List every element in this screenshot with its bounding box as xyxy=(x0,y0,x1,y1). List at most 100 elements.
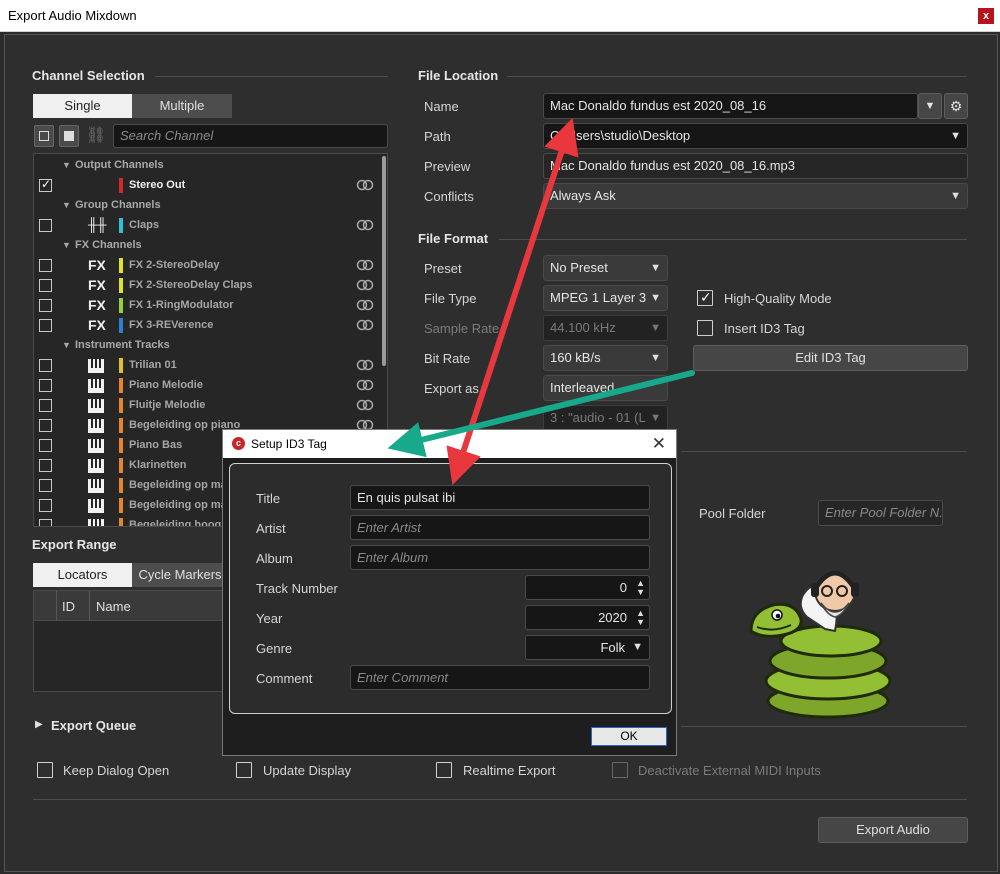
gear-icon[interactable]: ⚙ xyxy=(944,93,968,119)
insert-id3-checkbox[interactable] xyxy=(697,320,713,336)
export-audio-button[interactable]: Export Audio xyxy=(818,817,968,843)
id3-genre-select[interactable]: Folk ▼ xyxy=(525,635,650,660)
channel-checkbox[interactable] xyxy=(39,399,52,412)
channel-split-select[interactable]: 3 : "audio - 01 (L ▼ xyxy=(543,405,668,431)
chevron-down-icon[interactable]: ▼ xyxy=(62,160,71,170)
search-channel-input[interactable]: Search Channel xyxy=(113,124,388,148)
pool-folder-label: Pool Folder xyxy=(699,506,766,521)
path-select[interactable]: C:\Users\studio\Desktop ▼ xyxy=(543,123,968,149)
link-icon[interactable]: ⛓ xyxy=(85,125,107,147)
link-rings-icon[interactable] xyxy=(356,379,374,391)
link-rings-icon[interactable] xyxy=(356,279,374,291)
chevron-down-icon[interactable]: ▼ xyxy=(62,340,71,350)
id3-year-stepper[interactable]: 2020 ▲ ▼ xyxy=(525,605,650,630)
spin-arrows-icon[interactable]: ▲ ▼ xyxy=(636,609,645,627)
id3-album-label: Album xyxy=(256,551,293,566)
update-display-label: Update Display xyxy=(263,763,352,778)
channel-checkbox[interactable] xyxy=(39,499,52,512)
close-icon[interactable]: ✕ xyxy=(652,434,666,454)
chevron-down-icon[interactable]: ▼ xyxy=(62,240,71,250)
edit-id3-button[interactable]: Edit ID3 Tag xyxy=(693,345,968,371)
channel-checkbox[interactable] xyxy=(39,379,52,392)
id3-album-input[interactable]: Enter Album xyxy=(350,545,650,570)
high-quality-checkbox[interactable] xyxy=(697,289,713,306)
link-rings-icon[interactable] xyxy=(356,219,374,231)
id3-artist-input[interactable]: Enter Artist xyxy=(350,515,650,540)
bit-rate-select[interactable]: 160 kB/s ▼ xyxy=(543,345,668,371)
preset-label: Preset xyxy=(424,261,462,276)
link-rings-icon[interactable] xyxy=(356,399,374,411)
channel-checkbox[interactable] xyxy=(39,299,52,312)
window-close-button[interactable]: x xyxy=(978,8,994,24)
channel-checkbox[interactable] xyxy=(39,439,52,452)
channel-checkbox[interactable] xyxy=(39,419,52,432)
id3-track-stepper[interactable]: 0 ▲ ▼ xyxy=(525,575,650,600)
channel-row[interactable]: FX FX 3-REVerence xyxy=(34,316,382,336)
channel-row[interactable]: Stereo Out xyxy=(34,176,382,196)
file-type-select[interactable]: MPEG 1 Layer 3 ▼ xyxy=(543,285,668,311)
collapse-all-icon[interactable] xyxy=(59,125,79,147)
name-input[interactable]: Mac Donaldo fundus est 2020_08_16 xyxy=(543,93,918,119)
link-rings-icon[interactable] xyxy=(356,259,374,271)
channel-checkbox[interactable] xyxy=(39,219,52,232)
channel-group-header[interactable]: ▼ Group Channels xyxy=(34,196,382,216)
name-dropdown-button[interactable]: ▼ xyxy=(918,93,942,119)
channel-checkbox[interactable] xyxy=(39,319,52,332)
link-rings-icon[interactable] xyxy=(356,299,374,311)
expand-right-icon[interactable]: ▶ xyxy=(35,719,43,730)
conflicts-select[interactable]: Always Ask ▼ xyxy=(543,183,968,209)
mode-single-button[interactable]: Single xyxy=(33,94,132,118)
channel-checkbox[interactable] xyxy=(39,279,52,292)
preset-select[interactable]: No Preset ▼ xyxy=(543,255,668,281)
channel-row[interactable]: FX FX 1-RingModulator xyxy=(34,296,382,316)
channel-row[interactable]: Trilian 01 xyxy=(34,356,382,376)
expand-all-icon[interactable] xyxy=(34,125,54,147)
update-display-checkbox[interactable] xyxy=(236,762,252,778)
link-rings-icon[interactable] xyxy=(356,179,374,191)
channel-checkbox[interactable] xyxy=(39,479,52,492)
id3-dialog-title: Setup ID3 Tag xyxy=(251,437,327,451)
chevron-down-icon: ▼ xyxy=(950,190,961,202)
link-rings-icon[interactable] xyxy=(356,319,374,331)
window-title: Export Audio Mixdown xyxy=(8,8,137,23)
channel-row[interactable]: FX FX 2-StereoDelay xyxy=(34,256,382,276)
channel-group-header[interactable]: ▼ Instrument Tracks xyxy=(34,336,382,356)
channel-group-header[interactable]: ▼ FX Channels xyxy=(34,236,382,256)
ok-button[interactable]: OK xyxy=(591,727,667,746)
channel-color-bar xyxy=(119,398,123,413)
channel-row[interactable]: FX FX 2-StereoDelay Claps xyxy=(34,276,382,296)
channel-group-header[interactable]: ▼ Output Channels xyxy=(34,156,382,176)
export-queue-title[interactable]: Export Queue xyxy=(51,718,136,733)
channel-name: Begeleiding hoog xyxy=(129,519,222,527)
id3-comment-input[interactable]: Enter Comment xyxy=(350,665,650,690)
channel-checkbox[interactable] xyxy=(39,359,52,372)
mode-multiple-button[interactable]: Multiple xyxy=(132,94,232,118)
sample-rate-select[interactable]: 44.100 kHz ▼ xyxy=(543,315,668,341)
channel-list-scrollbar[interactable] xyxy=(382,156,386,366)
channel-checkbox[interactable] xyxy=(39,519,52,526)
export-as-select[interactable]: Interleaved xyxy=(543,375,668,401)
channel-color-bar xyxy=(119,358,123,373)
channel-checkbox[interactable] xyxy=(39,459,52,472)
channel-row[interactable]: ╫╫ Claps xyxy=(34,216,382,236)
chevron-down-icon[interactable]: ▼ xyxy=(62,200,71,210)
id3-title-input[interactable]: En quis pulsat ibi xyxy=(350,485,650,510)
deactivate-midi-checkbox[interactable] xyxy=(612,762,628,778)
pool-folder-input[interactable]: Enter Pool Folder N. xyxy=(818,500,943,526)
channel-row[interactable]: Fluitje Melodie xyxy=(34,396,382,416)
channel-name: Begeleiding op ma xyxy=(129,479,227,491)
column-name[interactable]: Name xyxy=(96,599,131,614)
link-rings-icon[interactable] xyxy=(356,359,374,371)
channel-name: Claps xyxy=(129,219,159,231)
spin-arrows-icon[interactable]: ▲ ▼ xyxy=(636,579,645,597)
channel-row[interactable]: Piano Melodie xyxy=(34,376,382,396)
keep-dialog-open-checkbox[interactable] xyxy=(37,762,53,778)
column-id[interactable]: ID xyxy=(62,599,75,614)
tab-cycle-markers[interactable]: Cycle Markers xyxy=(132,563,228,587)
channel-checkbox[interactable] xyxy=(39,259,52,272)
tab-locators[interactable]: Locators xyxy=(33,563,132,587)
channel-checkbox[interactable] xyxy=(39,177,52,192)
divider xyxy=(499,239,967,240)
piano-icon xyxy=(88,417,110,435)
realtime-export-checkbox[interactable] xyxy=(436,762,452,778)
